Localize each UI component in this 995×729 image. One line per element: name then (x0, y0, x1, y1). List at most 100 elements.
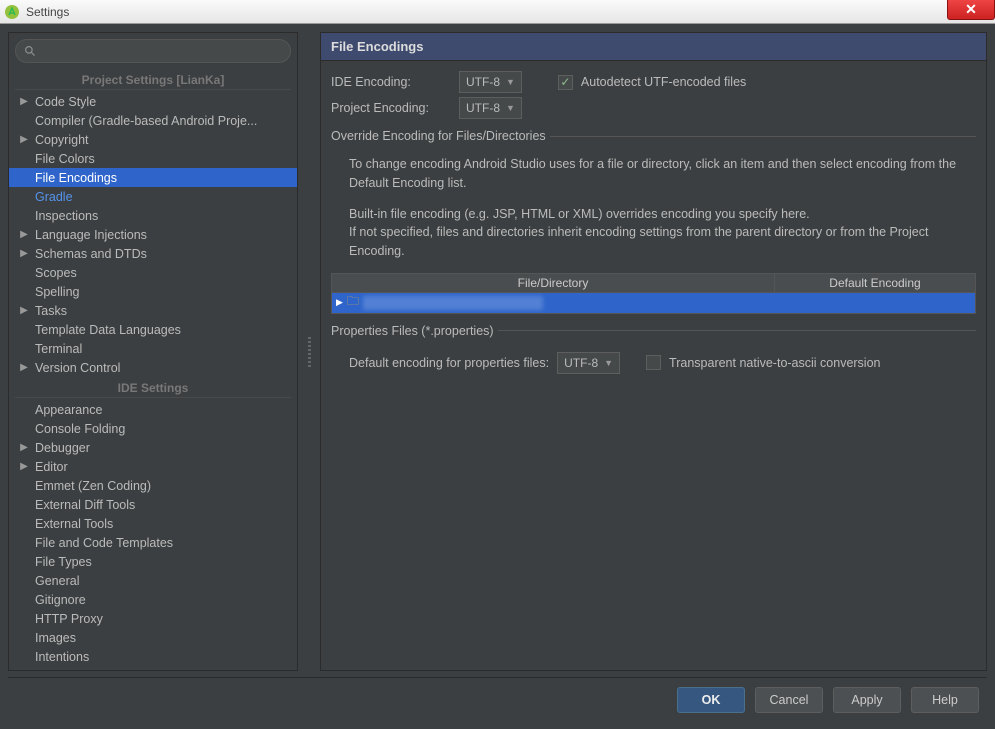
sidebar-item-label: File and Code Templates (35, 536, 173, 550)
search-icon (24, 45, 37, 58)
transparent-checkbox[interactable] (646, 355, 661, 370)
project-encoding-label: Project Encoding: (331, 101, 451, 115)
apply-button[interactable]: Apply (833, 687, 901, 713)
sidebar-item-file-and-code-templates[interactable]: File and Code Templates (9, 533, 297, 552)
search-input[interactable] (43, 44, 282, 58)
properties-legend: Properties Files (*.properties) (331, 324, 498, 338)
settings-tree[interactable]: Project Settings [LianKa] ▶Code Style Com… (9, 67, 297, 670)
sidebar-item-label: Scopes (35, 266, 77, 280)
folder-icon: 🗀 (347, 293, 359, 313)
sidebar-item-code-style[interactable]: ▶Code Style (9, 92, 297, 111)
col-default-encoding[interactable]: Default Encoding (775, 274, 975, 292)
redacted-path (363, 296, 543, 310)
sidebar-item-label: Inspections (35, 209, 98, 223)
sidebar-item-file-colors[interactable]: File Colors (9, 149, 297, 168)
sidebar-item-http-proxy[interactable]: HTTP Proxy (9, 609, 297, 628)
dialog-footer: OK Cancel Apply Help (8, 677, 987, 721)
sidebar-item-version-control[interactable]: ▶Version Control (9, 358, 297, 377)
sidebar-item-label: Tasks (35, 304, 67, 318)
properties-encoding-label: Default encoding for properties files: (349, 356, 549, 370)
chevron-down-icon: ▼ (506, 77, 515, 87)
col-file-directory[interactable]: File/Directory (332, 274, 775, 292)
sidebar-item-external-tools[interactable]: External Tools (9, 514, 297, 533)
sidebar-item-editor[interactable]: ▶Editor (9, 457, 297, 476)
table-row[interactable]: ▶ 🗀 (332, 293, 975, 313)
sidebar-item-label: Language Injections (35, 228, 147, 242)
sidebar-item-appearance[interactable]: Appearance (9, 400, 297, 419)
override-legend: Override Encoding for Files/Directories (331, 129, 550, 143)
sidebar-item-schemas-and-dtds[interactable]: ▶ Schemas and DTDs (9, 244, 297, 263)
sidebar-item-external-diff-tools[interactable]: External Diff Tools (9, 495, 297, 514)
sidebar-item-label: Gitignore (35, 593, 86, 607)
ide-encoding-dropdown[interactable]: UTF-8 ▼ (459, 71, 522, 93)
sidebar-item-debugger[interactable]: ▶Debugger (9, 438, 297, 457)
sidebar-item-tasks[interactable]: ▶ Tasks (9, 301, 297, 320)
sidebar-item-label: Spelling (35, 285, 79, 299)
sidebar-item-file-encodings[interactable]: File Encodings (9, 168, 297, 187)
sidebar-item-label: Schemas and DTDs (35, 247, 147, 261)
sidebar-item-gradle[interactable]: Gradle (9, 187, 297, 206)
settings-sidebar: Project Settings [LianKa] ▶Code Style Com… (8, 32, 298, 671)
properties-encoding-dropdown[interactable]: UTF-8 ▼ (557, 352, 620, 374)
expand-arrow-icon: ▶ (17, 229, 31, 240)
sidebar-item-label: File Colors (35, 152, 95, 166)
chevron-down-icon: ▼ (604, 358, 613, 368)
sidebar-item-language-injections[interactable]: ▶ Language Injections (9, 225, 297, 244)
sidebar-item-inspections[interactable]: Inspections (9, 206, 297, 225)
sidebar-item-label: External Diff Tools (35, 498, 135, 512)
section-project-settings: Project Settings [LianKa] (15, 69, 291, 90)
sidebar-item-label: Version Control (35, 361, 120, 375)
properties-group: Properties Files (*.properties) Default … (331, 324, 976, 380)
ok-button[interactable]: OK (677, 687, 745, 713)
sidebar-item-general[interactable]: General (9, 571, 297, 590)
sidebar-item-compiler-gradle-based-android-proje[interactable]: Compiler (Gradle-based Android Proje... (9, 111, 297, 130)
app-icon (4, 4, 20, 20)
sidebar-item-images[interactable]: Images (9, 628, 297, 647)
section-ide-settings: IDE Settings (15, 377, 291, 398)
sidebar-item-gitignore[interactable]: Gitignore (9, 590, 297, 609)
sidebar-item-label: File Types (35, 555, 92, 569)
expand-arrow-icon: ▶ (17, 461, 31, 472)
sidebar-item-label: Appearance (35, 403, 102, 417)
sidebar-item-copyright[interactable]: ▶ Copyright (9, 130, 297, 149)
window-title: Settings (26, 5, 69, 19)
expand-arrow-icon[interactable]: ▶ (336, 297, 343, 308)
sidebar-item-spelling[interactable]: Spelling (9, 282, 297, 301)
sidebar-item-label: HTTP Proxy (35, 612, 103, 626)
sidebar-item-scopes[interactable]: Scopes (9, 263, 297, 282)
window-body: Project Settings [LianKa] ▶Code Style Com… (0, 24, 995, 729)
sidebar-item-template-data-languages[interactable]: Template Data Languages (9, 320, 297, 339)
help-text-3: If not specified, files and directories … (349, 223, 958, 261)
project-encoding-dropdown[interactable]: UTF-8 ▼ (459, 97, 522, 119)
autodetect-checkbox[interactable] (558, 75, 573, 90)
sidebar-item-label: Terminal (35, 342, 82, 356)
cancel-button[interactable]: Cancel (755, 687, 823, 713)
table-header: File/Directory Default Encoding (332, 274, 975, 293)
close-button[interactable]: ✕ (947, 0, 995, 20)
sidebar-item-label: Compiler (Gradle-based Android Proje... (35, 114, 257, 128)
help-button[interactable]: Help (911, 687, 979, 713)
encoding-table[interactable]: File/Directory Default Encoding ▶ 🗀 (331, 273, 976, 314)
expand-arrow-icon: ▶ (17, 442, 31, 453)
sidebar-item-intentions[interactable]: Intentions (9, 647, 297, 666)
sidebar-item-file-types[interactable]: File Types (9, 552, 297, 571)
sidebar-item-label: External Tools (35, 517, 113, 531)
sidebar-item-terminal[interactable]: Terminal (9, 339, 297, 358)
sidebar-item-emmet-zen-coding[interactable]: Emmet (Zen Coding) (9, 476, 297, 495)
expand-arrow-icon: ▶ (17, 248, 31, 259)
properties-encoding-value: UTF-8 (564, 356, 598, 370)
sidebar-item-label: Console Folding (35, 422, 125, 436)
chevron-down-icon: ▼ (506, 103, 515, 113)
splitter-handle[interactable] (306, 32, 312, 671)
autodetect-label: Autodetect UTF-encoded files (581, 75, 746, 89)
search-box[interactable] (15, 39, 291, 63)
sidebar-item-label: Template Data Languages (35, 323, 181, 337)
expand-arrow-icon: ▶ (17, 305, 31, 316)
transparent-label: Transparent native-to-ascii conversion (669, 356, 880, 370)
sidebar-item-label: Copyright (35, 133, 89, 147)
help-text-2: Built-in file encoding (e.g. JSP, HTML o… (349, 205, 958, 224)
panel-title: File Encodings (321, 33, 986, 61)
project-encoding-value: UTF-8 (466, 101, 500, 115)
expand-arrow-icon: ▶ (17, 134, 31, 145)
sidebar-item-console-folding[interactable]: Console Folding (9, 419, 297, 438)
